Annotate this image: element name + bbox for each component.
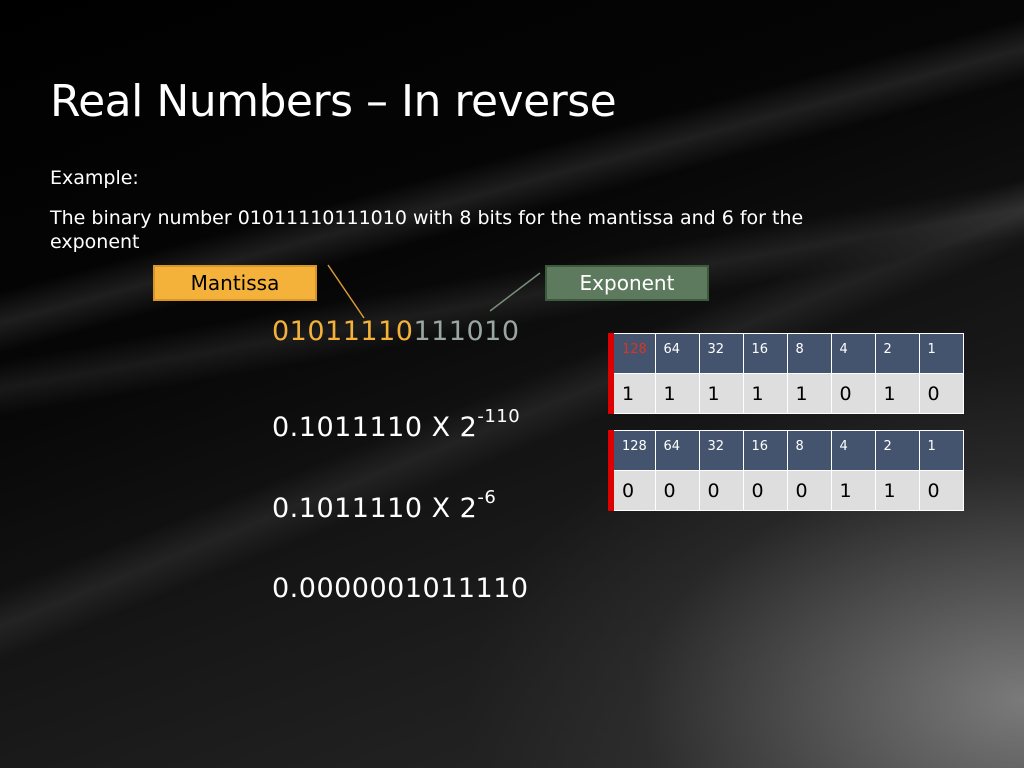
exponent-place-value-table: 128 64 32 16 8 4 2 1 0 0 0 0 0 1 1 0 bbox=[608, 430, 964, 511]
mantissa-bits: 01011110 bbox=[272, 316, 414, 347]
bit-cell: 0 bbox=[830, 373, 876, 414]
bit-cell: 1 bbox=[698, 373, 744, 414]
bit-cell: 1 bbox=[874, 373, 920, 414]
bit-cell: 0 bbox=[698, 470, 744, 511]
mantissa-place-value-table: 128 64 32 16 8 4 2 1 1 1 1 1 1 0 1 0 bbox=[608, 333, 964, 414]
bit-cell: 0 bbox=[786, 470, 832, 511]
bit-cell: 1 bbox=[742, 373, 788, 414]
bit-cell: 0 bbox=[610, 470, 656, 511]
header-cell: 64 bbox=[654, 430, 700, 471]
bit-cell: 1 bbox=[654, 373, 700, 414]
step-1-power: -110 bbox=[477, 406, 521, 427]
header-cell: 16 bbox=[742, 333, 788, 374]
header-cell: 4 bbox=[830, 430, 876, 471]
bit-cell: 0 bbox=[918, 470, 964, 511]
mantissa-callout-line bbox=[327, 264, 365, 319]
step-1-base: 0.1011110 X 2 bbox=[272, 412, 478, 443]
header-cell: 8 bbox=[786, 333, 832, 374]
header-cell: 8 bbox=[786, 430, 832, 471]
header-cell: 32 bbox=[698, 333, 744, 374]
bit-cell: 0 bbox=[742, 470, 788, 511]
header-cell: 2 bbox=[874, 430, 920, 471]
header-cell: 1 bbox=[918, 333, 964, 374]
bit-value-row: 1 1 1 1 1 0 1 0 bbox=[610, 373, 964, 414]
step-3-value: 0.0000001011110 bbox=[272, 573, 529, 604]
step-2: 0.1011110 X 2-6 bbox=[272, 487, 496, 524]
bit-cell: 1 bbox=[786, 373, 832, 414]
header-cell: 32 bbox=[698, 430, 744, 471]
bit-cell: 0 bbox=[918, 373, 964, 414]
place-value-header-row: 128 64 32 16 8 4 2 1 bbox=[610, 430, 964, 471]
bit-cell: 1 bbox=[610, 373, 656, 414]
header-cell: 16 bbox=[742, 430, 788, 471]
header-cell: 128 bbox=[610, 430, 656, 471]
header-cell: 1 bbox=[918, 430, 964, 471]
step-3: 0.0000001011110 bbox=[272, 573, 529, 604]
step-1: 0.1011110 X 2-110 bbox=[272, 406, 520, 443]
bit-cell: 1 bbox=[830, 470, 876, 511]
exponent-bits: 111010 bbox=[413, 316, 520, 347]
header-cell: 64 bbox=[654, 333, 700, 374]
binary-number: 01011110111010 bbox=[272, 316, 520, 347]
bit-cell: 1 bbox=[874, 470, 920, 511]
step-2-power: -6 bbox=[477, 487, 497, 508]
header-cell: 128 bbox=[610, 333, 656, 374]
header-cell: 4 bbox=[830, 333, 876, 374]
place-value-header-row: 128 64 32 16 8 4 2 1 bbox=[610, 333, 964, 374]
exponent-callout-line bbox=[489, 272, 541, 312]
bit-value-row: 0 0 0 0 0 1 1 0 bbox=[610, 470, 964, 511]
step-2-base: 0.1011110 X 2 bbox=[272, 493, 478, 524]
bit-cell: 0 bbox=[654, 470, 700, 511]
header-cell: 2 bbox=[874, 333, 920, 374]
